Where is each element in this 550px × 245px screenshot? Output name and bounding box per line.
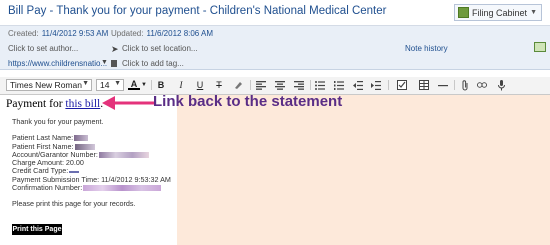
lock-icon <box>111 60 117 67</box>
bill-link[interactable]: this bill <box>65 98 100 110</box>
chevron-down-icon[interactable]: ▼ <box>141 79 147 91</box>
toolbar-divider <box>388 80 389 90</box>
note-metadata: Created: 11/4/2012 9:53 AM Updated: 11/6/2… <box>0 26 550 70</box>
attachment-icon[interactable] <box>460 79 470 91</box>
highlight-icon[interactable] <box>233 79 243 91</box>
toolbar-divider <box>310 80 311 90</box>
share-icon[interactable] <box>534 42 546 52</box>
microphone-icon[interactable] <box>496 79 506 91</box>
redacted-value <box>74 143 95 150</box>
redacted-value <box>69 170 80 173</box>
horizontal-rule-icon[interactable] <box>438 79 448 91</box>
note-title-bar: Bill Pay - Thank you for your payment - … <box>0 0 550 26</box>
payment-receipt: Thank you for your payment. Patient Last… <box>12 117 171 209</box>
notebook-icon <box>458 7 470 18</box>
print-instruction-text: Please print this page for your records. <box>12 199 136 209</box>
thank-you-text: Thank you for your payment. <box>12 117 104 126</box>
checkbox-icon[interactable] <box>397 79 407 91</box>
outdent-icon[interactable] <box>353 79 363 91</box>
created-field: Created: 11/4/2012 9:53 AM <box>8 29 109 38</box>
annotation-arrow <box>102 96 154 110</box>
toolbar-divider <box>250 80 251 90</box>
chevron-down-icon: ▼ <box>530 9 537 16</box>
redacted-value <box>98 151 149 158</box>
redacted-value <box>83 185 162 192</box>
numbered-list-icon[interactable] <box>334 79 344 91</box>
tag-field[interactable]: Click to add tag... <box>122 59 184 68</box>
location-arrow-icon: ➤ <box>111 44 119 54</box>
updated-field: Updated: 11/6/2012 8:06 AM <box>111 29 214 38</box>
redacted-value <box>74 135 89 142</box>
link-icon[interactable] <box>477 79 487 91</box>
toolbar-divider <box>454 80 455 90</box>
note-title[interactable]: Bill Pay - Thank you for your payment - … <box>8 5 386 17</box>
font-size-select[interactable]: 14 ▼ <box>96 79 124 91</box>
underline-button[interactable]: U <box>195 79 205 91</box>
text-color-button[interactable]: A <box>128 79 140 90</box>
note-history-link[interactable]: Note history <box>405 44 448 53</box>
align-left-icon[interactable] <box>256 79 266 91</box>
payment-for-text: Payment for <box>6 98 66 110</box>
font-size-value: 14 <box>100 80 110 90</box>
annotation-label: Link back to the statement <box>153 93 343 110</box>
chevron-down-icon: ▼ <box>114 80 121 87</box>
blank-page-area <box>177 95 550 245</box>
author-field[interactable]: Click to set author... <box>8 44 78 53</box>
table-icon[interactable] <box>419 79 429 91</box>
bulleted-list-icon[interactable] <box>315 79 325 91</box>
bold-button[interactable]: B <box>156 79 166 91</box>
font-family-value: Times New Roman <box>10 80 82 90</box>
align-center-icon[interactable] <box>275 79 285 91</box>
italic-button[interactable]: I <box>176 79 186 91</box>
confirmation-number-row: Confirmation Number: <box>12 183 171 193</box>
chevron-down-icon: ▼ <box>82 80 89 87</box>
font-family-select[interactable]: Times New Roman ▼ <box>6 79 92 91</box>
filing-cabinet-button[interactable]: Filing Cabinet ▼ <box>454 4 542 21</box>
filing-cabinet-label: Filing Cabinet <box>472 7 528 18</box>
align-right-icon[interactable] <box>294 79 304 91</box>
toolbar-divider <box>151 80 152 90</box>
strikethrough-button[interactable]: T <box>214 79 224 91</box>
source-url[interactable]: https://www.childrensnatio... <box>8 59 107 68</box>
location-field[interactable]: Click to set location... <box>122 44 198 53</box>
print-page-button[interactable]: Print this Page <box>12 224 62 235</box>
indent-icon[interactable] <box>371 79 381 91</box>
confirmation-number-label: Confirmation Number: <box>12 183 83 193</box>
url-dropdown-icon[interactable]: ▼ <box>101 59 108 66</box>
payment-for-line: Payment for this bill. <box>6 98 103 110</box>
